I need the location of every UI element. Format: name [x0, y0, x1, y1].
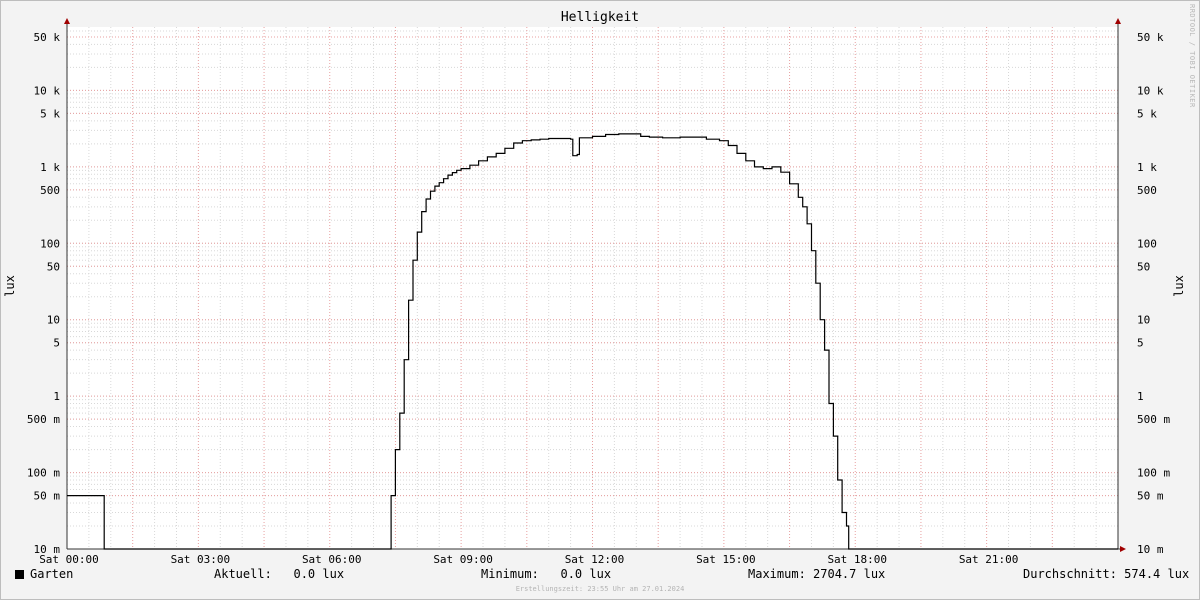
legend-minimum: Minimum: 0.0 lux: [481, 567, 612, 581]
y-tick-label-right: 100: [1137, 237, 1157, 250]
y-tick-label-left: 1 k: [40, 161, 60, 174]
y-tick-label-left: 10 k: [34, 84, 61, 97]
legend-aktuell: Aktuell: 0.0 lux: [214, 567, 345, 581]
x-axis-arrow: [1120, 546, 1126, 552]
y-tick-label-left: 10: [47, 314, 60, 327]
y-tick-label-right: 50 m: [1137, 490, 1164, 503]
y-tick-label-left: 50: [47, 260, 60, 273]
y-tick-label-right: 500: [1137, 184, 1157, 197]
y-tick-label-left: 500: [40, 184, 60, 197]
x-tick-label: Sat 00:00: [39, 553, 99, 566]
y-tick-label-left: 500 m: [27, 413, 60, 426]
y-tick-label-left: 5: [53, 337, 60, 350]
y-tick-label-right: 50: [1137, 260, 1150, 273]
y-tick-label-right: 100 m: [1137, 467, 1170, 480]
legend-maximum: Maximum: 2704.7 lux: [748, 567, 886, 581]
y-tick-label-right: 10 k: [1137, 84, 1164, 97]
y-tick-label-right: 500 m: [1137, 413, 1170, 426]
y-tick-label-left: 50 k: [34, 31, 61, 44]
y-axis-arrow-left: [64, 18, 70, 24]
y-tick-label-right: 5 k: [1137, 107, 1157, 120]
y-tick-label-right: 1 k: [1137, 161, 1157, 174]
y-tick-label-left: 1: [53, 390, 60, 403]
y-tick-label-left: 100 m: [27, 467, 60, 480]
legend-durchschnitt: Durchschnitt: 574.4 lux: [1023, 567, 1190, 581]
y-axis-arrow-right: [1115, 18, 1121, 24]
y-tick-label-left: 100: [40, 237, 60, 250]
y-tick-label-right: 5: [1137, 337, 1144, 350]
y-tick-label-left: 5 k: [40, 107, 60, 120]
x-tick-label: Sat 09:00: [433, 553, 493, 566]
x-tick-label: Sat 21:00: [959, 553, 1019, 566]
y-tick-label-right: 50 k: [1137, 31, 1164, 44]
y-tick-label-right: 10 m: [1137, 543, 1164, 556]
y-tick-label-right: 1: [1137, 390, 1144, 403]
y-tick-label-right: 10: [1137, 314, 1150, 327]
x-tick-label: Sat 12:00: [565, 553, 625, 566]
legend-series-name: Garten: [30, 567, 74, 581]
x-tick-label: Sat 15:00: [696, 553, 756, 566]
x-tick-label: Sat 03:00: [171, 553, 231, 566]
chart-plot: 50 k 50 k 10 k 10 k 5 k 5 k 1 k 1 k 500 500 100 100…: [27, 18, 1170, 566]
y-tick-label-left: 50 m: [34, 490, 61, 503]
x-tick-label: Sat 18:00: [827, 553, 887, 566]
x-tick-label: Sat 06:00: [302, 553, 362, 566]
creation-time-footer: Erstellungszeit: 23:55 Uhr am 27.01.2024: [515, 585, 685, 593]
legend-color-swatch: [15, 570, 24, 579]
